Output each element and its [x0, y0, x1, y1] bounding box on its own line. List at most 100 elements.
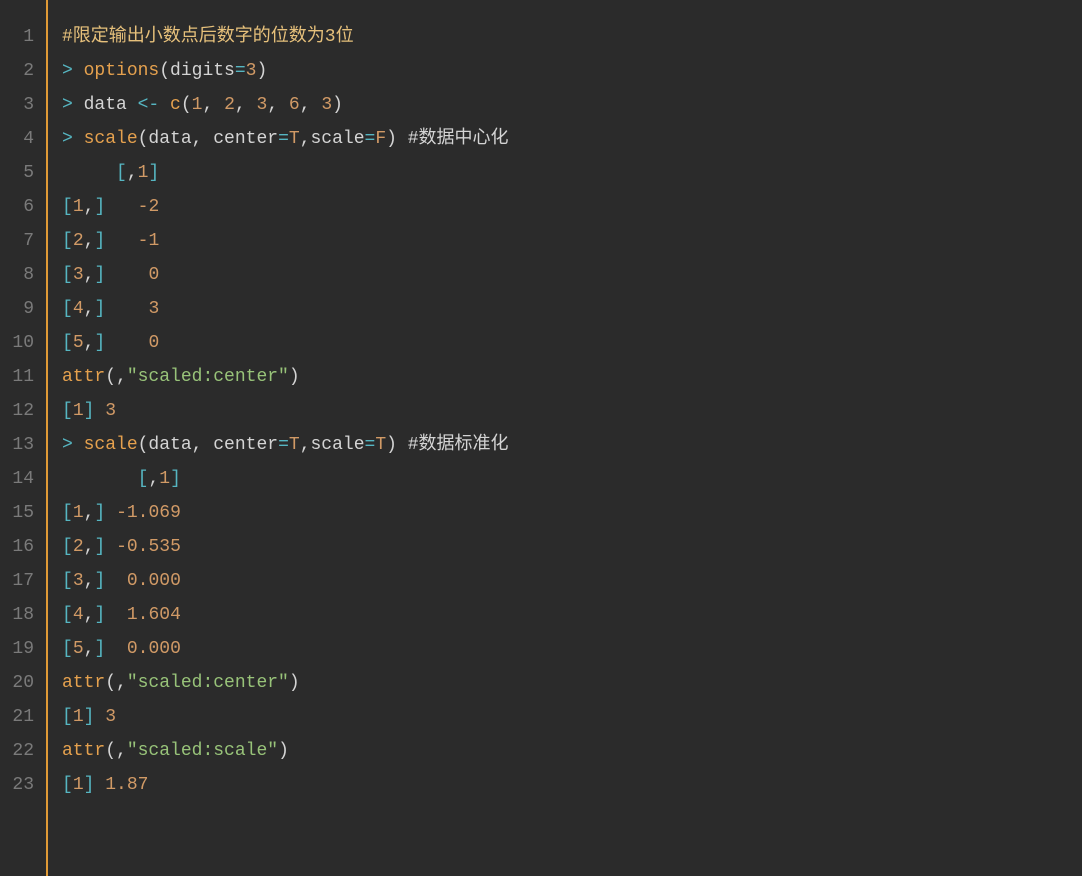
- code-token: 1: [192, 95, 203, 115]
- code-token: [94, 401, 105, 421]
- code-line[interactable]: [,1]: [62, 156, 1072, 190]
- code-token: [: [62, 231, 73, 251]
- code-token: ]: [94, 503, 105, 523]
- line-number: 7: [10, 224, 34, 258]
- code-line[interactable]: [5,] 0.000: [62, 632, 1072, 666]
- code-token: ]: [148, 163, 159, 183]
- code-token: 0.000: [127, 639, 181, 659]
- code-line[interactable]: > data <- c(1, 2, 3, 6, 3): [62, 88, 1072, 122]
- line-number: 23: [10, 768, 34, 802]
- line-number: 8: [10, 258, 34, 292]
- code-line[interactable]: > scale(data, center=T,scale=T) #数据标准化: [62, 428, 1072, 462]
- code-token: (,: [105, 673, 127, 693]
- code-token: 1.87: [105, 775, 148, 795]
- code-token: attr: [62, 367, 105, 387]
- code-token: "scaled:center": [127, 367, 289, 387]
- code-token: [: [62, 639, 73, 659]
- line-number: 13: [10, 428, 34, 462]
- line-number: 9: [10, 292, 34, 326]
- code-token: ,: [127, 163, 138, 183]
- line-number: 16: [10, 530, 34, 564]
- code-token: [105, 333, 148, 353]
- code-line[interactable]: [3,] 0: [62, 258, 1072, 292]
- code-line[interactable]: [5,] 0: [62, 326, 1072, 360]
- line-number: 6: [10, 190, 34, 224]
- code-token: ]: [84, 401, 95, 421]
- code-token: 3: [257, 95, 268, 115]
- code-token: [: [62, 299, 73, 319]
- code-line[interactable]: [1] 3: [62, 700, 1072, 734]
- code-token: [: [62, 707, 73, 727]
- code-token: (data, center: [138, 435, 278, 455]
- code-token: F: [375, 129, 386, 149]
- code-token: ,scale: [300, 435, 365, 455]
- code-token: [: [62, 503, 73, 523]
- code-token: 0: [148, 265, 159, 285]
- line-number: 18: [10, 598, 34, 632]
- code-line[interactable]: attr(,"scaled:scale"): [62, 734, 1072, 768]
- code-token: -1: [138, 231, 160, 251]
- code-token: [105, 231, 137, 251]
- code-token: 1: [73, 401, 84, 421]
- line-number: 3: [10, 88, 34, 122]
- code-token: ,: [84, 333, 95, 353]
- code-token: T: [375, 435, 386, 455]
- line-number: 21: [10, 700, 34, 734]
- code-line[interactable]: [1] 3: [62, 394, 1072, 428]
- code-token: ): [289, 673, 300, 693]
- code-token: [: [62, 537, 73, 557]
- code-token: T: [289, 435, 300, 455]
- code-token: 1: [73, 197, 84, 217]
- code-line[interactable]: [2,] -1: [62, 224, 1072, 258]
- code-token: 3: [246, 61, 257, 81]
- code-token: (,: [105, 367, 127, 387]
- line-number: 15: [10, 496, 34, 530]
- line-number: 22: [10, 734, 34, 768]
- code-token: ]: [94, 537, 105, 557]
- code-token: ): [386, 129, 408, 149]
- code-token: [: [62, 401, 73, 421]
- code-token: [94, 707, 105, 727]
- code-token: -2: [138, 197, 160, 217]
- code-token: 3: [105, 401, 116, 421]
- code-token: attr: [62, 741, 105, 761]
- code-token: [105, 265, 148, 285]
- code-token: -1.069: [116, 503, 181, 523]
- code-line[interactable]: [2,] -0.535: [62, 530, 1072, 564]
- code-token: 4: [73, 299, 84, 319]
- code-token: [: [62, 605, 73, 625]
- code-line[interactable]: [4,] 3: [62, 292, 1072, 326]
- code-token: #数据中心化: [408, 129, 509, 149]
- code-token: 1: [159, 469, 170, 489]
- code-line[interactable]: [4,] 1.604: [62, 598, 1072, 632]
- code-token: (data, center: [138, 129, 278, 149]
- code-line[interactable]: #限定输出小数点后数字的位数为3位: [62, 20, 1072, 54]
- code-token: >: [62, 95, 84, 115]
- code-token: ]: [84, 775, 95, 795]
- code-token: ]: [94, 571, 105, 591]
- line-number: 10: [10, 326, 34, 360]
- code-token: data: [84, 95, 138, 115]
- code-token: -0.535: [116, 537, 181, 557]
- code-token: scale: [84, 435, 138, 455]
- code-line[interactable]: attr(,"scaled:center"): [62, 666, 1072, 700]
- line-number: 14: [10, 462, 34, 496]
- code-line[interactable]: attr(,"scaled:center"): [62, 360, 1072, 394]
- line-number: 11: [10, 360, 34, 394]
- code-token: ,: [84, 299, 95, 319]
- code-line[interactable]: [,1]: [62, 462, 1072, 496]
- code-line[interactable]: [1,] -2: [62, 190, 1072, 224]
- code-line[interactable]: [1] 1.87: [62, 768, 1072, 802]
- line-number: 19: [10, 632, 34, 666]
- code-area[interactable]: #限定输出小数点后数字的位数为3位> options(digits=3)> da…: [48, 0, 1082, 876]
- code-line[interactable]: > scale(data, center=T,scale=F) #数据中心化: [62, 122, 1072, 156]
- code-token: 3: [321, 95, 332, 115]
- line-number: 20: [10, 666, 34, 700]
- code-token: 2: [73, 231, 84, 251]
- code-editor: 1234567891011121314151617181920212223 #限…: [0, 0, 1082, 876]
- code-token: 4: [73, 605, 84, 625]
- code-line[interactable]: > options(digits=3): [62, 54, 1072, 88]
- code-token: [: [138, 469, 149, 489]
- code-line[interactable]: [1,] -1.069: [62, 496, 1072, 530]
- code-line[interactable]: [3,] 0.000: [62, 564, 1072, 598]
